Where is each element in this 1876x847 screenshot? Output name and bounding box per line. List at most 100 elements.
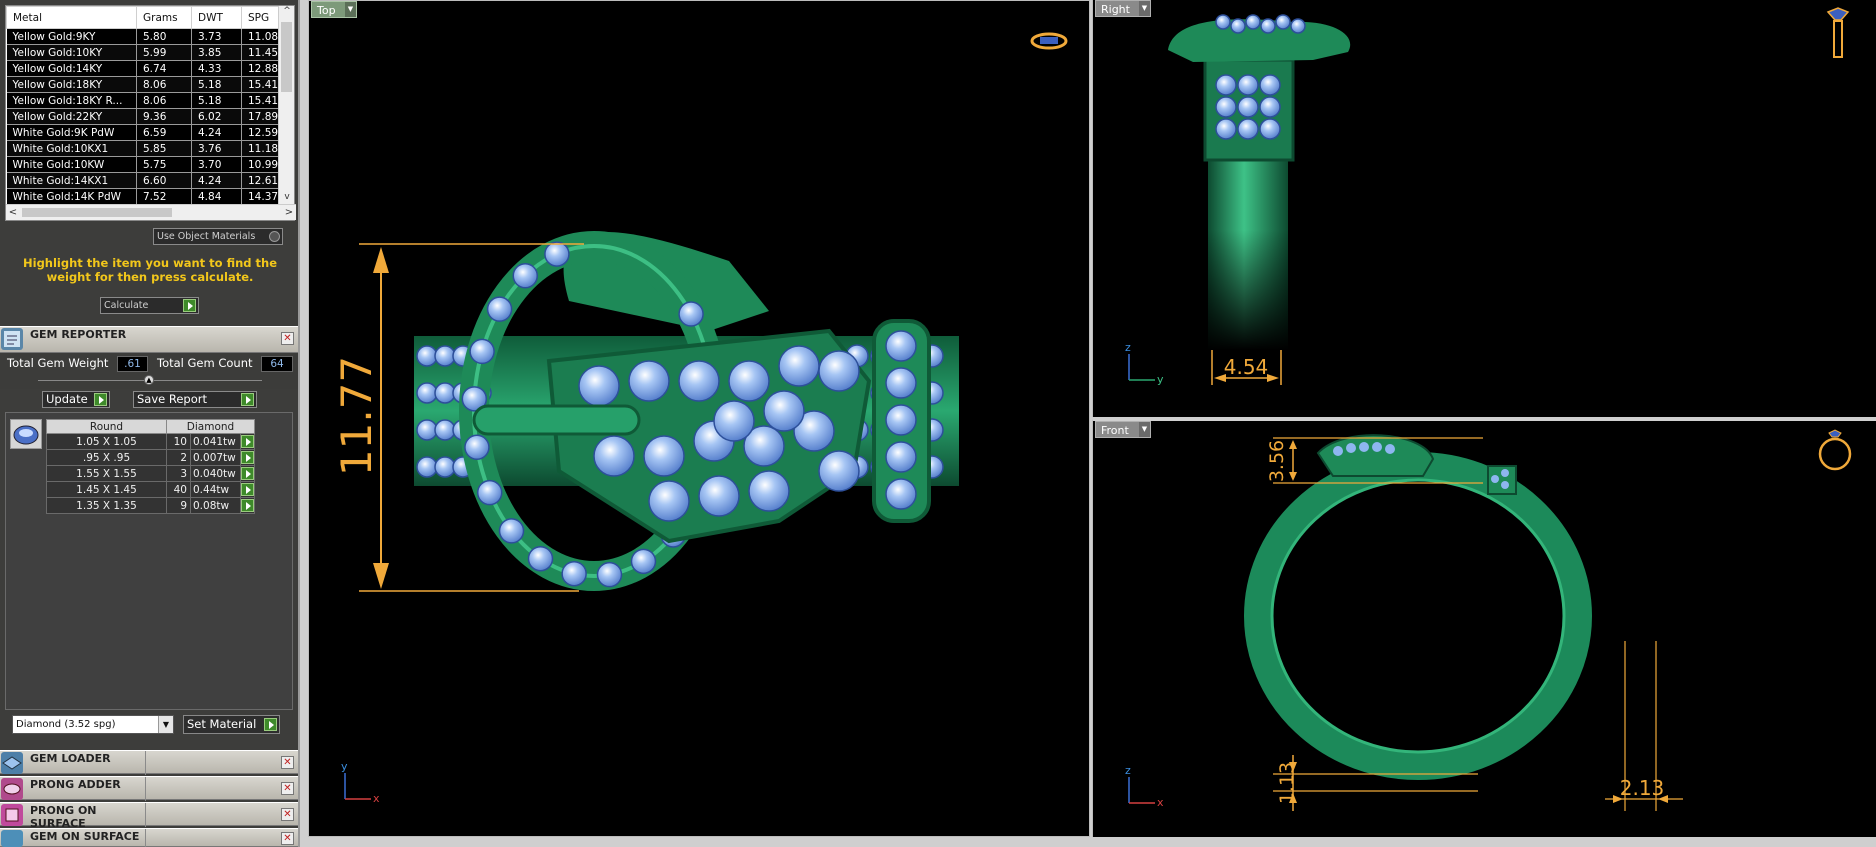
scrollbar-thumb[interactable] — [281, 22, 292, 92]
table-row[interactable]: White Gold:10KW 5.75 3.70 10.99 — [6, 156, 281, 173]
save-report-button[interactable]: Save Report — [133, 391, 257, 408]
spg-cell: 12.88 — [241, 60, 281, 77]
gem-weight-cell: 0.08tw — [190, 497, 241, 514]
gem-loader-header[interactable]: GEM LOADER ✕ — [0, 750, 298, 775]
calculate-button[interactable]: Calculate — [100, 297, 199, 314]
prong-adder-icon — [1, 778, 23, 800]
diamond-gem — [593, 435, 635, 477]
gem-on-surface-header[interactable]: GEM ON SURFACE ✕ — [0, 828, 298, 847]
table-row[interactable]: Yellow Gold:18KY 8.06 5.18 15.41 — [6, 76, 281, 93]
prong-on-surface-header[interactable]: PRONG ON SURFACE ✕ — [0, 802, 298, 830]
close-icon[interactable]: ✕ — [281, 832, 294, 845]
column-header-diamond: Diamond — [166, 419, 255, 434]
close-icon[interactable]: ✕ — [281, 756, 294, 769]
view-orientation-ring-icon[interactable] — [1818, 429, 1852, 471]
diamond-gem — [434, 456, 456, 478]
front-viewport[interactable]: 3.56 1.13 2.13 z x Front ▼ — [1092, 419, 1876, 837]
viewport-right-label[interactable]: Right ▼ — [1095, 0, 1151, 17]
gem-report-table: Round Diamond 1.05 X 1.05 10 0.041tw .95 X … — [46, 419, 255, 514]
gem-row-select-button[interactable] — [240, 465, 255, 482]
axis-triad-icon — [1128, 777, 1155, 804]
chevron-down-icon[interactable]: ▼ — [345, 2, 356, 17]
close-icon[interactable]: ✕ — [281, 782, 294, 795]
side-dimension-label: 2.13 — [1620, 776, 1665, 800]
dwt-cell: 5.18 — [191, 92, 242, 109]
metal-name-cell: Yellow Gold:18KY R... — [6, 92, 137, 109]
dwt-cell: 4.84 — [191, 188, 242, 205]
grams-cell: 5.80 — [136, 28, 192, 45]
set-material-button[interactable]: Set Material — [183, 715, 280, 734]
close-icon[interactable]: ✕ — [281, 808, 294, 821]
table-row[interactable]: Yellow Gold:10KY 5.99 3.85 11.45 — [6, 44, 281, 61]
diamond-gem — [434, 419, 456, 441]
diamond-gem — [561, 560, 587, 587]
gem-count-cell: 9 — [166, 497, 191, 514]
diamond-gem — [763, 390, 805, 432]
use-object-materials-dropdown[interactable]: Use Object Materials — [153, 228, 283, 245]
play-arrow-icon — [241, 499, 254, 512]
table-row[interactable]: White Gold:9K PdW 6.59 4.24 12.59 — [6, 124, 281, 141]
gem-row-select-button[interactable] — [240, 433, 255, 450]
total-gem-weight-label: Total Gem Weight — [7, 356, 109, 370]
gem-row-select-button[interactable] — [240, 449, 255, 466]
column-header-metal[interactable]: Metal — [6, 6, 137, 29]
scrollbar-thumb[interactable] — [22, 208, 172, 217]
metal-name-cell: White Gold:10KX1 — [6, 140, 137, 157]
left-tool-panel: Metal Grams DWT SPG Yellow Gold:9KY 5.80 3… — [0, 0, 300, 847]
column-header-grams[interactable]: Grams — [136, 6, 192, 29]
gem-row[interactable]: 1.05 X 1.05 10 0.041tw — [46, 433, 255, 450]
grams-cell: 8.06 — [136, 76, 192, 93]
chevron-down-icon[interactable]: ▼ — [1139, 1, 1150, 16]
diamond-gem — [596, 561, 623, 588]
gem-material-select[interactable]: Diamond (3.52 spg) ▼ — [12, 715, 174, 734]
prong-on-surface-icon — [1, 804, 23, 826]
scroll-right-arrow-icon[interactable]: > — [282, 205, 296, 221]
viewport-top-label[interactable]: Top ▼ — [311, 1, 357, 18]
view-orientation-ring-icon[interactable] — [1826, 7, 1850, 58]
scroll-up-arrow-icon[interactable]: ^ — [279, 6, 295, 20]
play-arrow-icon — [94, 393, 107, 406]
table-row[interactable]: Yellow Gold:18KY R... 8.06 5.18 15.41 — [6, 92, 281, 109]
round-diamond-icon[interactable] — [10, 419, 42, 449]
table-row[interactable]: White Gold:14K PdW 7.52 4.84 14.37 — [6, 188, 281, 205]
gem-row[interactable]: 1.55 X 1.55 3 0.040tw — [46, 465, 255, 482]
scroll-left-arrow-icon[interactable]: < — [6, 205, 20, 221]
table-row[interactable]: White Gold:10KX1 5.85 3.76 11.18 — [6, 140, 281, 157]
gem-row-select-button[interactable] — [240, 497, 255, 514]
table-row[interactable]: White Gold:14KX1 6.60 4.24 12.61 — [6, 172, 281, 189]
metal-name-cell: White Gold:14K PdW — [6, 188, 137, 205]
metal-table-vertical-scrollbar[interactable]: ^ v — [278, 6, 294, 206]
spg-cell: 14.37 — [241, 188, 281, 205]
gem-row[interactable]: .95 X .95 2 0.007tw — [46, 449, 255, 466]
front-buckle-shape — [1316, 434, 1435, 477]
gem-reporter-title: GEM REPORTER — [30, 328, 127, 341]
column-header-spg[interactable]: SPG — [241, 6, 281, 29]
gem-row[interactable]: 1.45 X 1.45 40 0.44tw — [46, 481, 255, 498]
gem-reporter-header[interactable]: GEM REPORTER ✕ — [0, 326, 298, 353]
column-header-dwt[interactable]: DWT — [191, 6, 242, 29]
height-dimension-label: 3.56 — [1266, 440, 1288, 482]
top-viewport[interactable]: 11.77 y x Top ▼ — [308, 0, 1090, 837]
metal-table-horizontal-scrollbar[interactable]: < > — [6, 204, 296, 220]
table-row[interactable]: Yellow Gold:9KY 5.80 3.73 11.08 — [6, 28, 281, 45]
gem-row-select-button[interactable] — [240, 481, 255, 498]
options-circle-icon[interactable] — [269, 231, 280, 242]
view-orientation-ring-icon[interactable] — [1030, 32, 1068, 50]
diamond-gem — [648, 480, 690, 522]
chevron-down-icon[interactable]: ▼ — [1139, 422, 1150, 437]
dwt-cell: 4.24 — [191, 124, 242, 141]
divider — [145, 777, 146, 801]
prong-adder-header[interactable]: PRONG ADDER ✕ — [0, 776, 298, 801]
gem-row[interactable]: 1.35 X 1.35 9 0.08tw — [46, 497, 255, 514]
table-row[interactable]: Yellow Gold:14KY 6.74 4.33 12.88 — [6, 60, 281, 77]
close-icon[interactable]: ✕ — [281, 332, 294, 345]
axis-label-vertical: z — [1125, 764, 1131, 777]
axis-label-horizontal: x — [373, 792, 380, 805]
collapse-up-icon[interactable]: ▲ — [144, 375, 154, 385]
viewport-front-label[interactable]: Front ▼ — [1095, 421, 1151, 438]
update-button[interactable]: Update — [42, 391, 110, 408]
play-arrow-icon — [241, 467, 254, 480]
chevron-down-icon[interactable]: ▼ — [158, 716, 173, 733]
table-row[interactable]: Yellow Gold:22KY 9.36 6.02 17.89 — [6, 108, 281, 125]
right-viewport[interactable]: 4.54 z y Right ▼ — [1092, 0, 1876, 417]
